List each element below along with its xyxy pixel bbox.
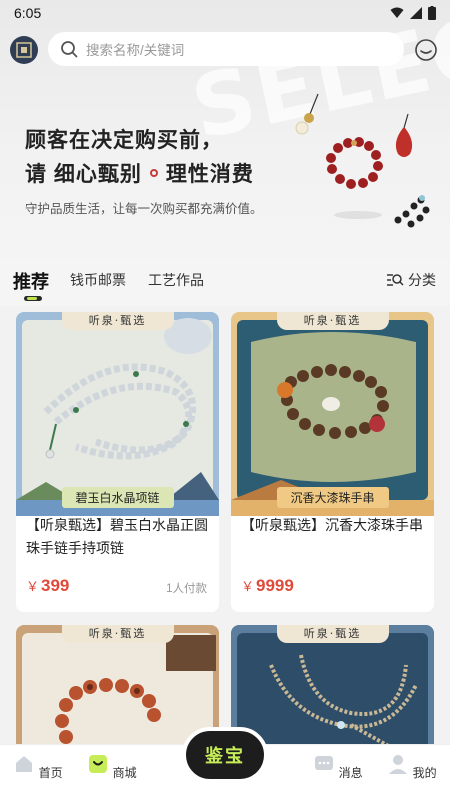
- hero-headline-line2: 请 细心甄别 理性消费: [25, 158, 254, 188]
- nav-home[interactable]: 首页: [8, 749, 68, 781]
- chat-icon[interactable]: [414, 38, 438, 62]
- price-value: 399: [41, 576, 70, 595]
- nav-mall-label: 商城: [112, 766, 137, 780]
- tab-crafts[interactable]: 工艺作品: [148, 270, 204, 290]
- price-currency: ￥: [26, 579, 40, 594]
- category-tabs: 推荐 钱币邮票 工艺作品 分类: [0, 258, 450, 306]
- app-logo-icon[interactable]: [10, 36, 38, 64]
- message-icon: [315, 756, 334, 770]
- crystal-necklace-image: [16, 312, 219, 516]
- nav-mall[interactable]: 商城: [82, 749, 142, 781]
- nav-home-label: 首页: [38, 766, 63, 780]
- battery-icon: [428, 6, 436, 20]
- product-price: ￥ 399: [26, 576, 69, 596]
- wifi-icon: [390, 7, 404, 18]
- search-placeholder[interactable]: 搜索名称/关键词: [86, 39, 184, 59]
- appraise-button[interactable]: 鉴宝: [182, 727, 268, 783]
- hero-headline-part-b: 理性消费: [165, 163, 254, 186]
- nav-mine-label: 我的: [412, 766, 437, 780]
- nav-messages[interactable]: 消息: [308, 749, 368, 781]
- hero-headline-part-a: 请 细心甄别: [25, 163, 142, 186]
- mall-icon: [89, 755, 108, 773]
- price-currency: ￥: [241, 579, 255, 594]
- product-caption: 沉香大漆珠手串: [276, 487, 389, 508]
- filter-search-icon: [387, 274, 404, 286]
- signal-icon: [410, 7, 422, 19]
- hero-jewelry-illustration: [295, 93, 430, 228]
- status-bar: 6:05: [0, 0, 450, 26]
- product-card[interactable]: 听泉·甄选 沉香大漆珠手串 【听泉甄选】沉香大漆珠手串 ￥ 9999: [231, 312, 434, 612]
- product-caption: 碧玉白水晶项链: [61, 487, 174, 508]
- hero-dot-icon: [149, 169, 158, 177]
- search-icon: [61, 41, 78, 58]
- price-value: 9999: [256, 576, 294, 595]
- product-brand-banner: 听泉·甄选: [61, 625, 174, 643]
- product-card[interactable]: 听泉·甄选 碧玉白水晶项链 【听泉甄选】碧玉白水晶正圆珠手链手持项链 ￥ 399 …: [16, 312, 219, 612]
- tab-coins-stamps[interactable]: 钱币邮票: [70, 270, 126, 290]
- category-label: 分类: [408, 272, 436, 288]
- product-image: 听泉·甄选 碧玉白水晶项链: [16, 312, 219, 516]
- hero-headline-line1: 顾客在决定购买前，: [25, 129, 223, 152]
- product-card[interactable]: 听泉·甄选: [231, 625, 434, 755]
- product-image: 听泉·甄选: [231, 625, 434, 755]
- top-search-row: 搜索名称/关键词: [0, 30, 450, 70]
- nav-messages-label: 消息: [338, 766, 363, 780]
- product-paid-count: 1人付款: [166, 583, 207, 595]
- tab-recommend[interactable]: 推荐: [13, 268, 49, 294]
- product-brand-banner: 听泉·甄选: [276, 312, 389, 330]
- bottom-nav: 首页 商城 鉴宝 消息 我的: [0, 727, 450, 800]
- agarwood-bracelet-image: [231, 312, 434, 516]
- category-button[interactable]: 分类: [386, 270, 436, 290]
- search-bar[interactable]: 搜索名称/关键词: [48, 32, 404, 66]
- cord-necklace-image: [231, 625, 434, 755]
- product-image: 听泉·甄选 沉香大漆珠手串: [231, 312, 434, 516]
- status-icons: [390, 6, 436, 20]
- product-brand-banner: 听泉·甄选: [276, 625, 389, 643]
- user-icon: [389, 755, 408, 774]
- product-title[interactable]: 【听泉甄选】碧玉白水晶正圆珠手链手持项链: [26, 514, 216, 560]
- product-title[interactable]: 【听泉甄选】沉香大漆珠手串: [241, 514, 431, 537]
- home-icon: [16, 756, 33, 772]
- product-price: ￥ 9999: [241, 576, 294, 596]
- hero-subline: 守护品质生活，让每一次购买都充满价值。: [25, 202, 263, 216]
- product-brand-banner: 听泉·甄选: [61, 312, 174, 330]
- hero-banner[interactable]: SELECT 6:05 搜索名称/关键词 顾客在决定购买前， 请 细心甄别 理性…: [0, 0, 450, 258]
- tab-active-indicator: [24, 296, 42, 301]
- status-time: 6:05: [14, 5, 42, 21]
- nav-mine[interactable]: 我的: [382, 749, 442, 781]
